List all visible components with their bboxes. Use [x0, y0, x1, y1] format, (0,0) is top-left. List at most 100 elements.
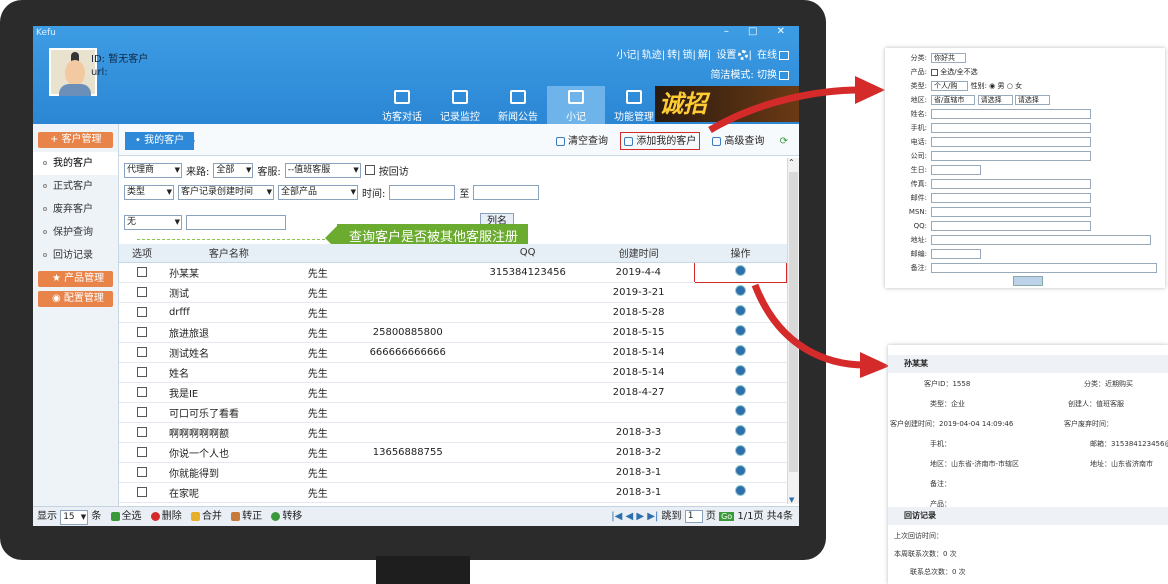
gear-icon[interactable]	[738, 50, 749, 60]
table-row[interactable]: 测试姓名 先生 666666666666 2018-5-14	[119, 342, 787, 363]
query-icon[interactable]	[735, 485, 747, 496]
delete-button[interactable]: 删除	[150, 511, 182, 522]
sidebar-item-my-customers[interactable]: 我的客户	[33, 152, 118, 175]
detail-created-time: 客户创建时间：2019-04-04 14:09:46	[890, 420, 1014, 428]
query-icon[interactable]	[735, 325, 747, 336]
agent-select[interactable]: 代理商	[124, 162, 182, 178]
category-select[interactable]: 你好共	[931, 53, 966, 63]
msn-input[interactable]	[931, 207, 1091, 217]
clear-query-button[interactable]: 清空查询	[553, 133, 611, 151]
tab-news[interactable]: 新闻公告	[489, 86, 547, 124]
sidebar-item-formal-customers[interactable]: 正式客户	[33, 175, 118, 198]
qq-input[interactable]	[931, 221, 1091, 231]
row-checkbox[interactable]	[136, 426, 147, 437]
row-checkbox[interactable]	[136, 406, 147, 417]
search-field-select[interactable]: 无	[124, 214, 182, 230]
sidebar-config-mgmt[interactable]: ◉ 配置管理	[38, 291, 113, 307]
table-row[interactable]: 你就能得到 先生 2018-3-1	[119, 462, 787, 483]
row-checkbox[interactable]	[136, 386, 147, 397]
table-row[interactable]: 在家呢 先生 2018-3-1	[119, 482, 787, 503]
query-icon[interactable]	[735, 305, 747, 316]
type-select-form[interactable]: 个人/购	[931, 81, 969, 91]
submit-button[interactable]	[1013, 276, 1043, 286]
per-page-select[interactable]: 15	[60, 510, 89, 525]
mobile-input[interactable]	[931, 123, 1091, 133]
table-row[interactable]: 你说一个人也 先生 13656888755 2018-3-2	[119, 442, 787, 463]
query-icon[interactable]	[735, 365, 747, 376]
table-row[interactable]: 姓名 先生 2018-5-14	[119, 362, 787, 383]
sidebar-item-discarded-customers[interactable]: 废弃客户	[33, 198, 118, 221]
table-row[interactable]: 啊啊啊啊啊额 先生 2018-3-3	[119, 422, 787, 443]
phone-input[interactable]	[931, 137, 1091, 147]
convert-button[interactable]: 转正	[231, 511, 262, 522]
link-note[interactable]: 小记	[616, 50, 636, 61]
page-input[interactable]: 1	[684, 509, 703, 523]
sidebar-item-protect-query[interactable]: 保护查询	[33, 221, 118, 244]
tab-record-monitor[interactable]: 记录监控	[431, 86, 489, 124]
row-checkbox[interactable]	[136, 346, 147, 357]
region3-select[interactable]: 请选择	[1014, 95, 1050, 105]
query-icon[interactable]	[735, 425, 747, 436]
query-icon[interactable]	[735, 445, 747, 456]
region-select[interactable]: 省/直辖市	[931, 95, 976, 105]
address-input[interactable]	[931, 235, 1151, 245]
row-checkbox[interactable]	[136, 466, 147, 477]
tab-notes[interactable]: 小记	[547, 86, 605, 124]
table-row[interactable]: 孙某某 先生 315384123456 2019-4-4	[119, 261, 787, 283]
email-input[interactable]	[931, 193, 1091, 203]
company-input[interactable]	[931, 151, 1091, 161]
sidebar-item-visit-records[interactable]: 回访记录	[33, 244, 118, 267]
time-end-input[interactable]	[473, 184, 540, 200]
type-select[interactable]: 类型	[124, 184, 174, 200]
time-start-input[interactable]	[389, 184, 456, 200]
search-input[interactable]	[186, 214, 286, 230]
birthday-input[interactable]	[931, 165, 981, 175]
table-row[interactable]: 我是IE 先生 2018-4-27	[119, 382, 787, 403]
row-checkbox[interactable]	[136, 266, 147, 277]
query-icon[interactable]	[735, 345, 747, 356]
table-row[interactable]: 测试 先生 2019-3-21	[119, 282, 787, 303]
row-checkbox[interactable]	[136, 446, 147, 457]
male-radio[interactable]: 男	[998, 82, 1005, 90]
query-icon[interactable]	[735, 405, 747, 416]
query-icon[interactable]	[735, 265, 747, 276]
link-transfer[interactable]: 转	[667, 50, 677, 61]
select-all-button[interactable]: 全选	[110, 511, 142, 522]
region2-select[interactable]: 请选择	[977, 95, 1013, 105]
female-radio[interactable]: 女	[1015, 82, 1022, 90]
time-field-select[interactable]: 客户记录创建时间	[178, 184, 274, 200]
row-checkbox[interactable]	[136, 326, 147, 337]
name-input[interactable]	[931, 109, 1091, 119]
row-checkbox[interactable]	[136, 306, 147, 317]
product-checkbox[interactable]	[931, 68, 938, 76]
sidebar-customer-mgmt[interactable]: + 客户管理	[38, 132, 113, 148]
row-cell	[694, 261, 787, 283]
product-select[interactable]: 全部产品	[278, 184, 358, 200]
zip-input[interactable]	[931, 249, 981, 259]
go-button[interactable]: Go	[719, 512, 735, 521]
table-row[interactable]: 可口可乐了看看 先生	[119, 402, 787, 423]
source-select[interactable]: 全部	[213, 162, 254, 178]
delete-icon	[150, 511, 160, 521]
link-track[interactable]: 轨迹	[642, 50, 662, 61]
add-my-customer-button[interactable]: 添加我的客户	[620, 132, 701, 150]
transfer-button[interactable]: 转移	[271, 511, 302, 522]
note-input[interactable]	[931, 263, 1157, 273]
row-checkbox[interactable]	[136, 486, 147, 497]
row-checkbox[interactable]	[136, 366, 147, 377]
fax-input[interactable]	[931, 179, 1091, 189]
window-controls[interactable]: – □ ✕	[724, 26, 793, 37]
tab-visitor-chat[interactable]: 访客对话	[373, 86, 431, 124]
table-row[interactable]: drfff 先生 2018-5-28	[119, 302, 787, 323]
merge-button[interactable]: 合并	[190, 511, 222, 522]
query-icon[interactable]	[735, 285, 747, 296]
revisit-checkbox[interactable]	[364, 165, 375, 175]
query-icon[interactable]	[735, 385, 747, 396]
service-select[interactable]: --值班客服	[284, 162, 361, 178]
row-checkbox[interactable]	[136, 286, 147, 297]
first-page-icon[interactable]: |◀ ◀ ▶ ▶|	[611, 511, 658, 522]
query-icon[interactable]	[735, 465, 747, 476]
table-row[interactable]: 旅进旅退 先生 25800885800 2018-5-15	[119, 322, 787, 343]
sidebar-product-mgmt[interactable]: ★ 产品管理	[38, 271, 113, 287]
link-lock[interactable]: 锁	[683, 50, 693, 61]
